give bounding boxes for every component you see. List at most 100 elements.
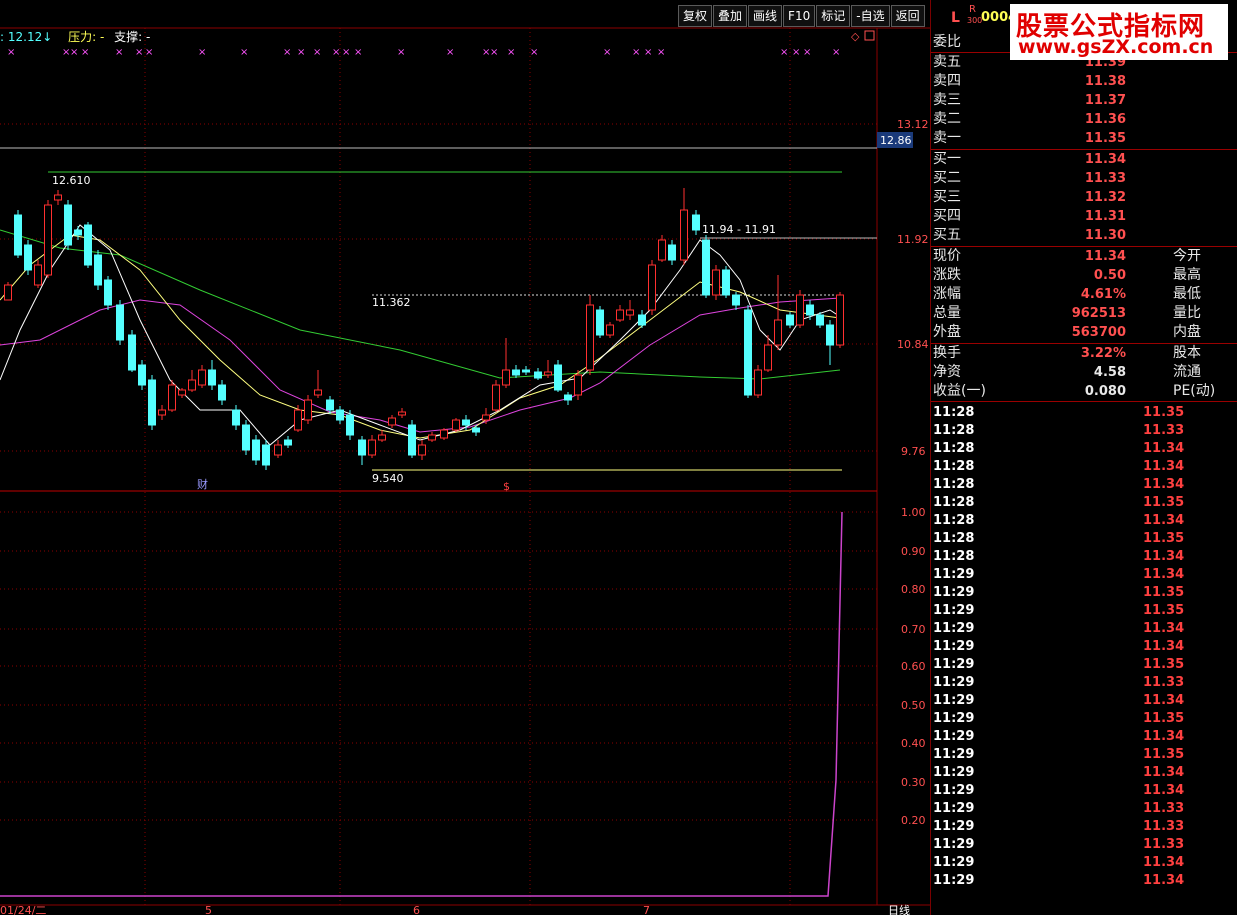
quote-label-2: 内盘: [1173, 324, 1201, 340]
tick-price: 11.34: [1143, 729, 1185, 744]
tick-row: 11:29 11.34: [931, 872, 1237, 890]
signal-marker: ×: [780, 47, 788, 58]
tick-row: 11:29 11.33: [931, 800, 1237, 818]
ind-grid: [0, 511, 877, 821]
signal-marker: ×: [507, 47, 515, 58]
quote-row: 换手 3.22% 股本: [931, 344, 1237, 363]
signal-marker: ×: [115, 47, 123, 58]
signal-marker: ×: [632, 47, 640, 58]
candle-body: [816, 314, 824, 326]
diamond-icon[interactable]: ◇: [851, 30, 860, 43]
mark-button[interactable]: 标记: [816, 5, 851, 27]
tick-row: 11:29 11.34: [931, 782, 1237, 800]
tick-price: 11.34: [1143, 783, 1185, 798]
quote-row: 卖二 11.36: [931, 110, 1237, 129]
candle-body: [116, 304, 124, 341]
quote-label-2: 最低: [1173, 286, 1201, 302]
tick-price: 11.34: [1143, 873, 1185, 888]
tick-row: 11:29 11.35: [931, 584, 1237, 602]
candle-body: [732, 294, 740, 306]
quote-value: 11.32: [1084, 190, 1126, 205]
quote-label-2: 流通: [1173, 364, 1201, 380]
kline-chart[interactable]: × × × × × × × × × × × × × × × × × × × × × × × × × × × × × 13.12 12.8…: [0, 0, 930, 915]
candle-body: [786, 314, 794, 326]
signal-marker: ×: [81, 47, 89, 58]
candle-body: [178, 389, 186, 396]
tick-price: 11.34: [1143, 549, 1185, 564]
tick-time: 11:29: [933, 747, 975, 762]
tick-row: 11:28 11.35: [931, 530, 1237, 548]
tick-row: 11:29 11.33: [931, 836, 1237, 854]
signal-marker: ×: [198, 47, 206, 58]
candle-body: [274, 444, 282, 456]
f10-button[interactable]: F10: [783, 5, 816, 27]
signal-marker: ×: [354, 47, 362, 58]
tick-price: 11.34: [1143, 459, 1185, 474]
indicator-axis-label: 0.70: [901, 623, 926, 636]
quote-label: 买五: [933, 227, 961, 243]
tick-price: 11.34: [1143, 639, 1185, 654]
tick-price: 11.35: [1143, 495, 1185, 510]
candle-body: [482, 414, 490, 421]
candle-body: [418, 444, 426, 456]
tick-row: 11:28 11.33: [931, 422, 1237, 440]
high-annotation: 12.610: [52, 174, 91, 187]
candle-body: [722, 269, 730, 296]
quote-value: 11.36: [1084, 112, 1126, 127]
tick-price: 11.33: [1143, 837, 1185, 852]
add-watchlist-button[interactable]: -自选: [851, 5, 890, 27]
quote-label: 外盘: [933, 324, 961, 340]
tick-row: 11:29 11.33: [931, 674, 1237, 692]
axis-label: 13.12: [897, 118, 929, 131]
signal-marker: ×: [792, 47, 800, 58]
candle-body: [712, 269, 720, 296]
quote-row: 卖一 11.35: [931, 129, 1237, 148]
quote-label: 买一: [933, 151, 961, 167]
candle-body: [252, 439, 260, 461]
quote-row: 买二 11.33: [931, 169, 1237, 188]
candle-body: [626, 309, 634, 316]
candle-body: [452, 419, 460, 431]
indicator-axis-label: 1.00: [901, 506, 926, 519]
window-icon[interactable]: [864, 30, 875, 41]
signal-marker: ×: [446, 47, 454, 58]
quote-label: 净资: [933, 364, 961, 380]
chart-area[interactable]: × × × × × × × × × × × × × × × × × × × × × × × × × × × × × 13.12 12.8…: [0, 0, 930, 915]
tick-time: 11:28: [933, 441, 975, 456]
signal-marker: ×: [490, 47, 498, 58]
quote-label: 涨跌: [933, 267, 961, 283]
overlay-button[interactable]: 叠加: [713, 5, 748, 27]
draw-line-button[interactable]: 画线: [748, 5, 783, 27]
quote-label: 买四: [933, 208, 961, 224]
tick-price: 11.35: [1143, 405, 1185, 420]
candle-body: [94, 254, 102, 286]
candle-body: [534, 371, 542, 379]
candle-body: [428, 434, 436, 441]
tick-time: 11:29: [933, 801, 975, 816]
quote-value: 11.30: [1084, 228, 1126, 243]
tick-time: 11:28: [933, 495, 975, 510]
candle-body: [502, 369, 510, 386]
back-button[interactable]: 返回: [890, 5, 925, 27]
quote-row: 收益(一) 0.080 PE(动): [931, 382, 1237, 401]
fuquan-button[interactable]: 复权: [678, 5, 713, 27]
tick-row: 11:29 11.33: [931, 818, 1237, 836]
indicator-axis-label: 0.60: [901, 660, 926, 673]
candle-body: [472, 427, 480, 433]
tick-time: 11:28: [933, 513, 975, 528]
candle-body: [4, 284, 12, 301]
candle-body: [806, 304, 814, 316]
axis-label: 11.92: [897, 233, 929, 246]
period-label[interactable]: 日线: [888, 903, 910, 915]
quote-label-2: 量比: [1173, 305, 1201, 321]
signal-marker: ×: [342, 47, 350, 58]
tick-row: 11:28 11.34: [931, 548, 1237, 566]
tick-time: 11:29: [933, 819, 975, 834]
candle-body: [668, 244, 676, 261]
tick-time: 11:29: [933, 657, 975, 672]
quote-row: 卖四 11.38: [931, 72, 1237, 91]
quote-value: 0.50: [1093, 268, 1126, 283]
tick-time: 11:29: [933, 639, 975, 654]
tick-row: 11:28 11.34: [931, 476, 1237, 494]
signal-marker: ×: [7, 47, 15, 58]
